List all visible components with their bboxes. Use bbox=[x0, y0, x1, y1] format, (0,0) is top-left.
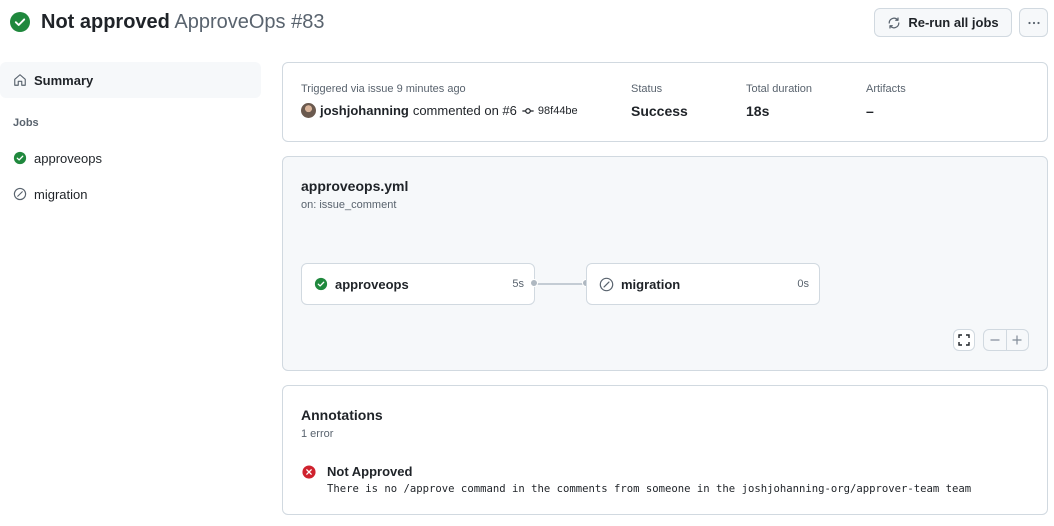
check-circle-fill-icon bbox=[13, 151, 27, 165]
stat-status: Status Success bbox=[631, 83, 688, 119]
fullscreen-button[interactable] bbox=[953, 329, 975, 351]
avatar[interactable] bbox=[301, 103, 316, 118]
job-node-name: migration bbox=[621, 276, 681, 292]
job-dependency-connector bbox=[535, 283, 586, 285]
run-name: ApproveOps #83 bbox=[174, 11, 325, 33]
home-icon bbox=[14, 74, 26, 86]
stat-label: Status bbox=[631, 83, 663, 95]
plus-icon bbox=[1012, 335, 1022, 345]
rerun-all-jobs-button[interactable]: Re-run all jobs bbox=[874, 8, 1012, 37]
sidebar-job-label: migration bbox=[34, 186, 88, 202]
trigger-details: joshjohanning commented on #6 98f44be bbox=[301, 103, 578, 118]
trigger-label: Triggered via issue 9 minutes ago bbox=[301, 83, 466, 95]
zoom-controls bbox=[983, 329, 1029, 351]
sidebar-summary-label: Summary bbox=[34, 72, 94, 88]
workflow-trigger: on: issue_comment bbox=[301, 199, 397, 211]
more-options-button[interactable] bbox=[1019, 8, 1048, 37]
check-circle-fill-icon bbox=[314, 277, 328, 291]
git-commit-icon bbox=[522, 107, 534, 114]
sidebar-job-label: approveops bbox=[34, 150, 102, 166]
stat-value: 18s bbox=[746, 103, 770, 119]
skip-icon bbox=[599, 277, 614, 291]
trigger-action-text[interactable]: commented on #6 bbox=[413, 103, 517, 118]
job-node-duration: 5s bbox=[512, 278, 524, 290]
trigger-user-link[interactable]: joshjohanning bbox=[320, 103, 409, 118]
annotation-message: There is no /approve command in the comm… bbox=[327, 483, 972, 495]
run-header: Not approved ApproveOps #83 Re-run all j… bbox=[0, 0, 1054, 44]
rerun-label: Re-run all jobs bbox=[908, 15, 999, 30]
sidebar-item-job-migration[interactable]: migration bbox=[0, 179, 261, 209]
annotation-title[interactable]: Not Approved bbox=[327, 464, 412, 479]
connector-dot-out bbox=[530, 279, 538, 287]
sidebar-item-job-approveops[interactable]: approveops bbox=[0, 143, 261, 173]
commit-sha-link[interactable]: 98f44be bbox=[538, 105, 578, 117]
job-node-migration[interactable]: migration 0s bbox=[586, 263, 820, 305]
sync-icon bbox=[888, 16, 900, 29]
zoom-out-button[interactable] bbox=[984, 330, 1006, 350]
check-circle-fill-icon bbox=[10, 12, 30, 32]
job-node-duration: 0s bbox=[797, 278, 809, 290]
run-status-text: Not approved bbox=[41, 11, 170, 33]
annotations-card: Annotations 1 error Not Approved There i… bbox=[282, 385, 1048, 515]
workflow-graph-card: approveops.yml on: issue_comment approve… bbox=[282, 156, 1048, 371]
stat-total-duration: Total duration 18s bbox=[746, 83, 812, 119]
annotations-count: 1 error bbox=[301, 428, 334, 440]
x-circle-fill-icon bbox=[302, 465, 316, 479]
job-node-name: approveops bbox=[335, 276, 409, 292]
job-node-approveops[interactable]: approveops 5s bbox=[301, 263, 535, 305]
run-summary-card: Triggered via issue 9 minutes ago joshjo… bbox=[282, 62, 1048, 142]
workflow-file-name: approveops.yml bbox=[301, 178, 409, 194]
zoom-in-button[interactable] bbox=[1005, 330, 1029, 350]
stat-value: – bbox=[866, 103, 874, 119]
stat-value: Success bbox=[631, 103, 688, 119]
annotations-title: Annotations bbox=[301, 407, 383, 423]
stat-label: Artifacts bbox=[866, 83, 906, 95]
sidebar-jobs-heading: Jobs bbox=[13, 117, 39, 129]
skip-icon bbox=[13, 187, 27, 201]
page-title: Not approved ApproveOps #83 bbox=[41, 10, 324, 34]
screen-full-icon bbox=[958, 334, 970, 346]
minus-icon bbox=[990, 339, 1000, 341]
kebab-horizontal-icon bbox=[1027, 21, 1040, 24]
stat-label: Total duration bbox=[746, 83, 813, 95]
stat-artifacts: Artifacts – bbox=[866, 83, 906, 119]
sidebar-item-summary[interactable]: Summary bbox=[0, 62, 261, 98]
